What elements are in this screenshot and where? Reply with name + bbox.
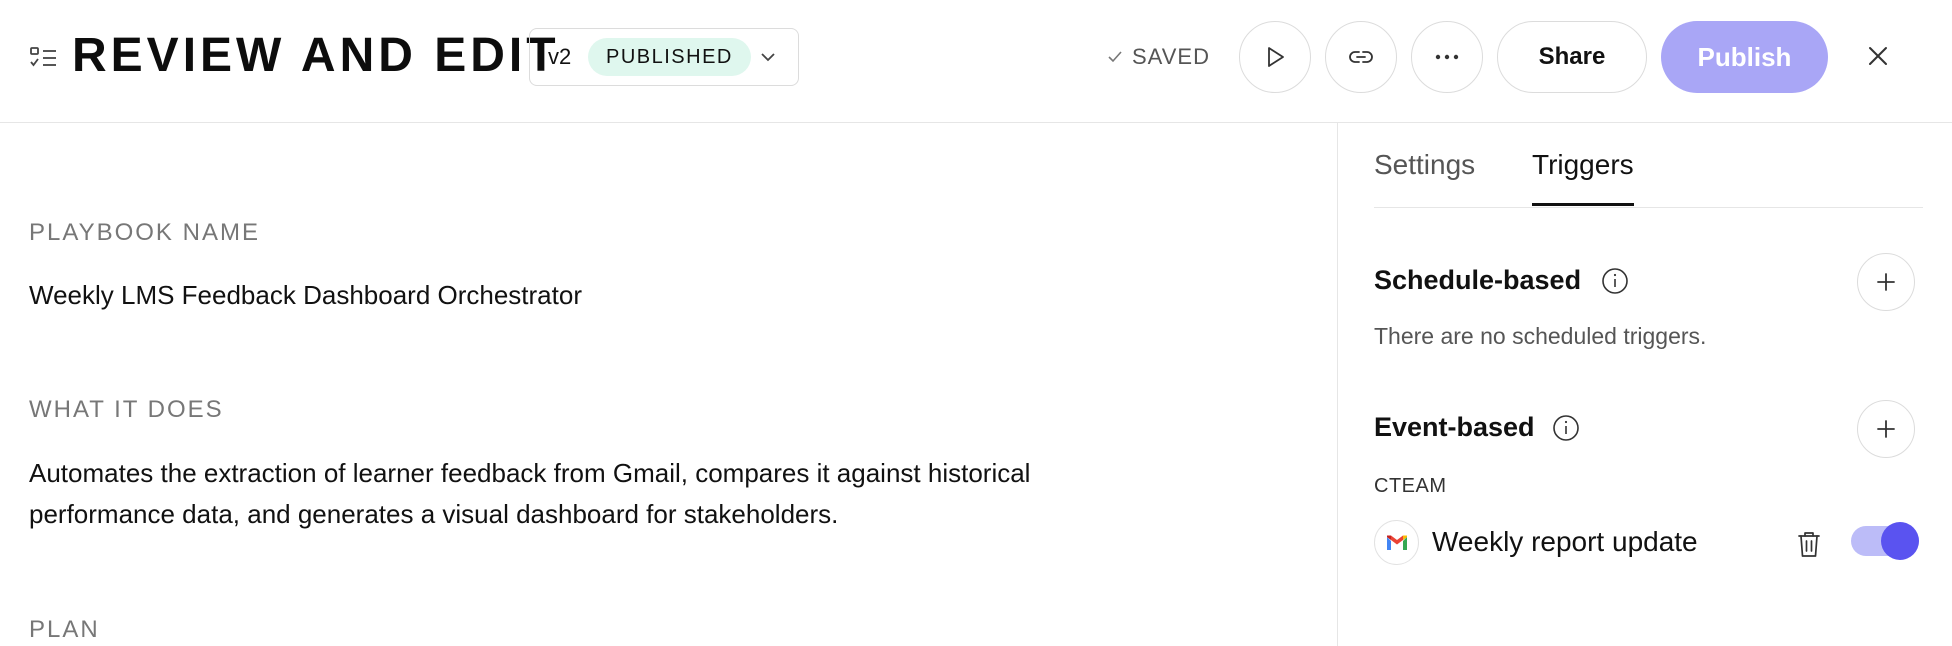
link-icon: [1349, 51, 1373, 63]
empty-state-text: There are no scheduled triggers.: [1374, 323, 1707, 349]
toggle-knob: [1881, 522, 1919, 560]
share-button[interactable]: Share: [1497, 21, 1647, 93]
more-button[interactable]: [1411, 21, 1483, 93]
copy-link-button[interactable]: [1325, 21, 1397, 93]
playbook-name-field[interactable]: Weekly LMS Feedback Dashboard Orchestrat…: [29, 275, 582, 316]
version-label: v2: [548, 44, 572, 69]
check-icon: [1108, 51, 1122, 63]
trigger-row[interactable]: Weekly report update: [1374, 520, 1919, 566]
description-line: performance data, and generates a visual…: [29, 499, 839, 529]
publish-button[interactable]: Publish: [1661, 21, 1828, 93]
info-icon[interactable]: [1601, 267, 1629, 295]
checklist-icon[interactable]: [30, 46, 58, 70]
account-label: CTEAM: [1374, 475, 1447, 497]
header-bar: REVIEW AND EDIT v2 PUBLISHED SAVED Share…: [0, 0, 1952, 123]
close-icon: [1869, 47, 1887, 65]
tabs-divider: [1374, 207, 1923, 208]
status-badge: PUBLISHED: [588, 38, 751, 76]
page-title: REVIEW AND EDIT: [72, 29, 560, 82]
chevron-down-icon[interactable]: [758, 47, 778, 67]
plus-icon: [1877, 420, 1895, 438]
active-tab-indicator: [1532, 203, 1634, 206]
triggers-panel: Settings Triggers Schedule-based There a…: [1338, 123, 1952, 646]
save-status: SAVED: [1106, 40, 1210, 74]
description-label: WHAT IT DOES: [29, 396, 224, 423]
delete-trigger-button[interactable]: [1796, 530, 1822, 558]
play-icon: [1268, 47, 1284, 67]
close-button[interactable]: [1862, 40, 1894, 72]
playbook-details: PLAYBOOK NAME Weekly LMS Feedback Dashbo…: [0, 123, 1337, 646]
save-status-label: SAVED: [1132, 44, 1210, 69]
description-line: Automates the extraction of learner feed…: [29, 458, 1031, 488]
tab-settings[interactable]: Settings: [1374, 145, 1475, 185]
more-horizontal-icon: [1435, 54, 1459, 60]
tab-triggers[interactable]: Triggers: [1532, 145, 1634, 185]
gmail-icon: [1374, 520, 1419, 565]
trigger-enabled-toggle[interactable]: [1851, 522, 1919, 560]
playbook-name-label: PLAYBOOK NAME: [29, 219, 260, 246]
trash-icon: [1798, 532, 1820, 557]
run-button[interactable]: [1239, 21, 1311, 93]
trigger-name: Weekly report update: [1432, 526, 1698, 557]
event-section-title: Event-based: [1374, 412, 1535, 442]
add-event-trigger-button[interactable]: [1857, 400, 1915, 458]
add-schedule-trigger-button[interactable]: [1857, 253, 1915, 311]
plus-icon: [1877, 273, 1895, 291]
version-selector[interactable]: v2 PUBLISHED: [529, 28, 799, 86]
info-icon[interactable]: [1552, 414, 1580, 442]
plan-label: PLAN: [29, 616, 100, 643]
schedule-section-title: Schedule-based: [1374, 265, 1582, 295]
